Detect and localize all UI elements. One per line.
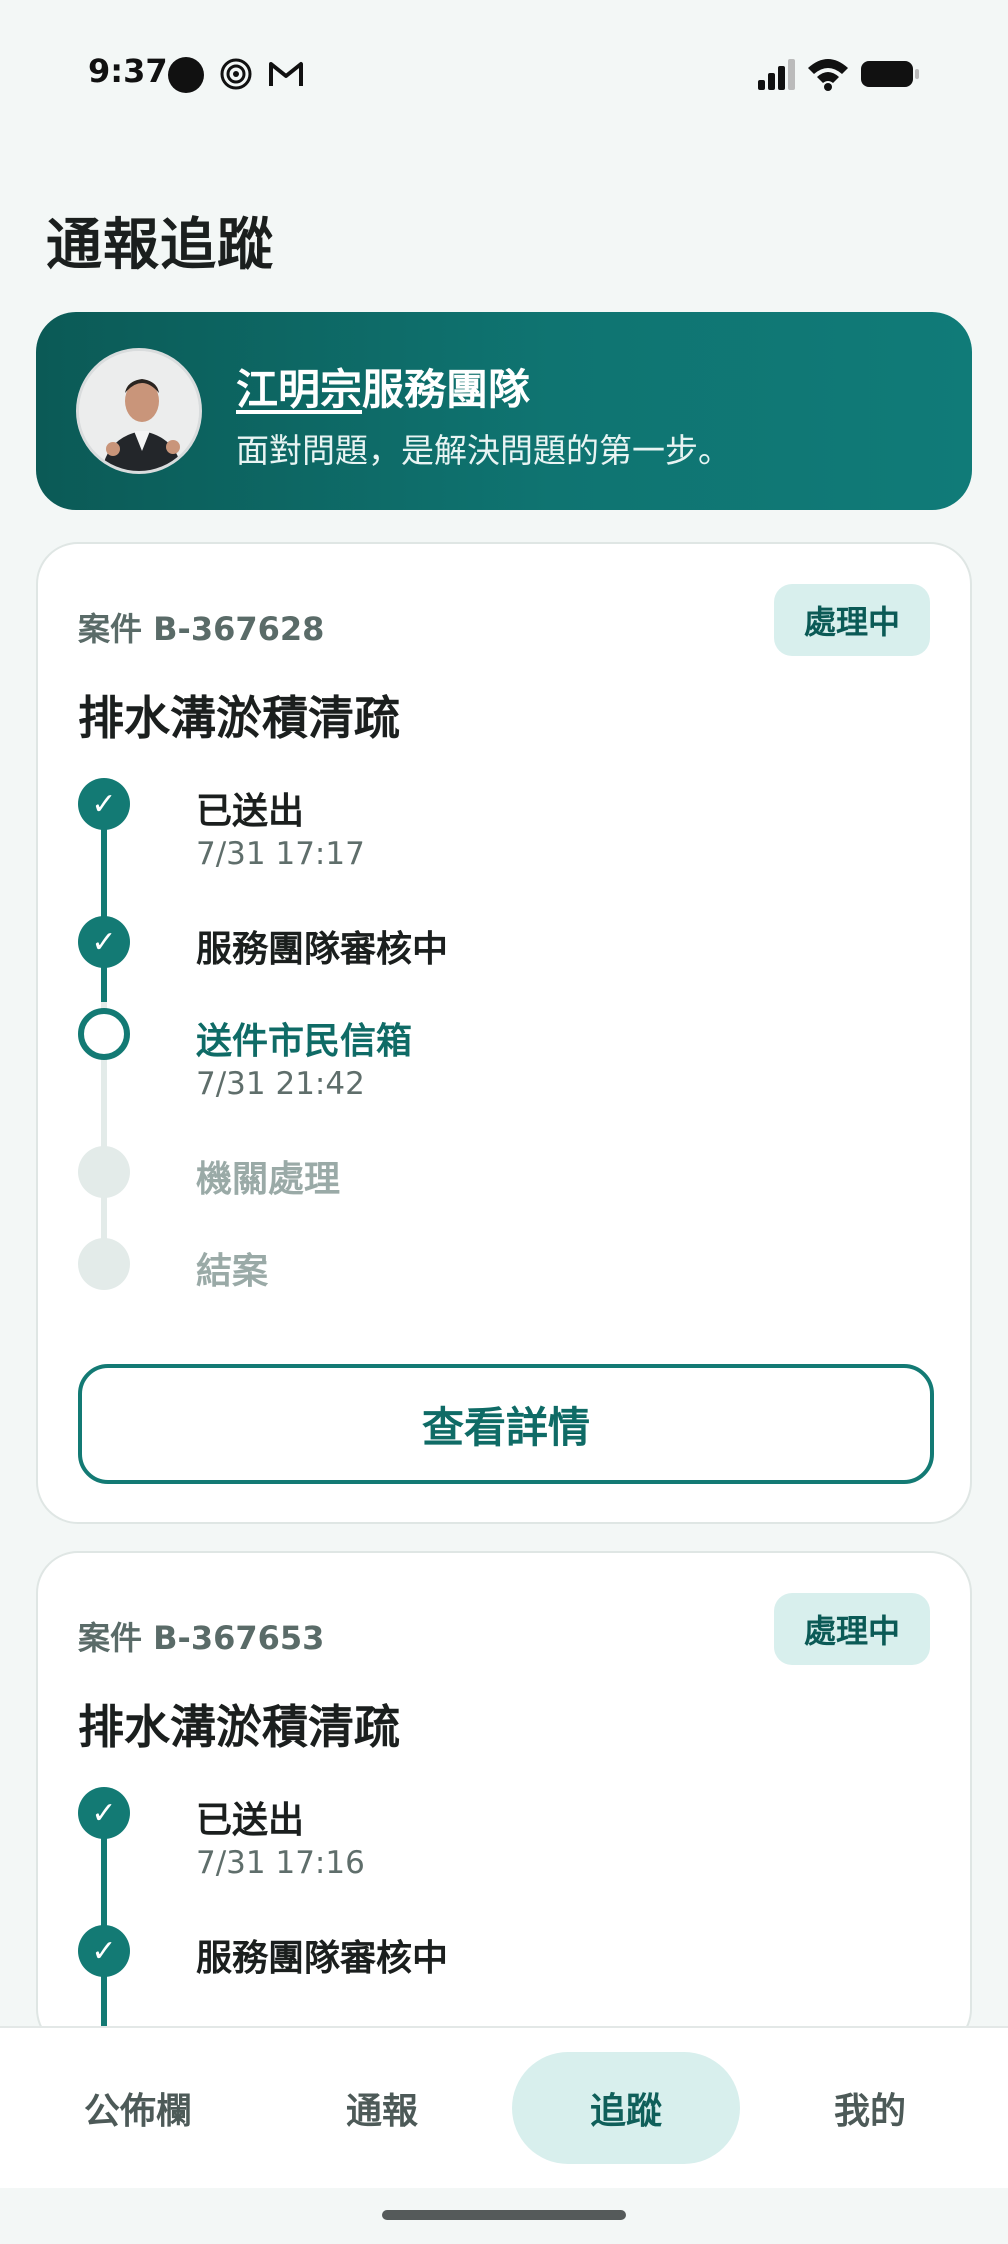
step-complete-check-icon: ✓ <box>78 1925 130 1977</box>
case-id: 案件 B-367653 <box>78 1619 325 1657</box>
step-label: 服務團隊審核中 <box>196 1938 449 1979</box>
step-label: 結案 <box>196 1251 269 1292</box>
wifi-icon <box>808 59 848 91</box>
nav-profile[interactable]: 我的 <box>756 2052 984 2164</box>
step-complete-check-icon: ✓ <box>78 778 130 830</box>
step-pending-icon <box>78 1238 130 1290</box>
status-time: 9:37 <box>88 52 168 90</box>
page-title: 通報追蹤 <box>46 213 274 278</box>
case-title: 排水溝淤積清疏 <box>78 1700 400 1754</box>
nav-tracking[interactable]: 追蹤 <box>512 2052 740 2164</box>
nav-bulletin[interactable]: 公佈欄 <box>24 2052 252 2164</box>
step-label: 已送出 <box>196 1800 305 1841</box>
case-id: 案件 B-367628 <box>78 610 325 648</box>
step-label: 服務團隊審核中 <box>196 929 449 970</box>
home-indicator[interactable] <box>382 2210 626 2220</box>
banner-title-rest: 服務團隊 <box>362 365 531 414</box>
step-complete-check-icon: ✓ <box>78 1787 130 1839</box>
team-banner[interactable]: 江明宗服務團隊 面對問題，是解決問題的第一步。 <box>36 312 972 510</box>
target-icon <box>220 58 252 90</box>
person-photo-icon <box>79 351 199 471</box>
case-card: 案件 B-367628 處理中 排水溝淤積清疏 ✓ 已送出 7/31 17:17… <box>36 542 972 1524</box>
bottom-nav: 公佈欄 通報 追蹤 我的 <box>0 2026 1008 2188</box>
view-details-button[interactable]: 查看詳情 <box>78 1364 934 1484</box>
step-complete-check-icon: ✓ <box>78 916 130 968</box>
gmail-icon <box>269 62 303 86</box>
case-title: 排水溝淤積清疏 <box>78 691 400 745</box>
case-card: 案件 B-367653 處理中 排水溝淤積清疏 ✓ 已送出 7/31 17:16… <box>36 1551 972 2073</box>
banner-title: 江明宗服務團隊 <box>236 356 530 417</box>
status-badge: 處理中 <box>774 584 930 656</box>
step-current-icon <box>78 1008 130 1060</box>
step-time: 7/31 17:17 <box>196 836 365 872</box>
status-bar: 9:37 <box>0 0 1008 150</box>
banner-title-link[interactable]: 江明宗 <box>236 365 362 414</box>
banner-subtitle: 面對問題，是解決問題的第一步。 <box>236 431 731 470</box>
battery-icon <box>861 61 919 87</box>
status-badge: 處理中 <box>774 1593 930 1665</box>
step-pending-icon <box>78 1146 130 1198</box>
notification-dot-icon <box>168 57 204 93</box>
step-time: 7/31 17:16 <box>196 1845 365 1881</box>
step-label: 送件市民信箱 <box>196 1021 413 1062</box>
signal-icon <box>758 59 795 90</box>
nav-report[interactable]: 通報 <box>268 2052 496 2164</box>
step-label: 已送出 <box>196 791 305 832</box>
avatar <box>76 348 202 474</box>
step-time: 7/31 21:42 <box>196 1066 365 1102</box>
step-label: 機關處理 <box>196 1159 341 1200</box>
